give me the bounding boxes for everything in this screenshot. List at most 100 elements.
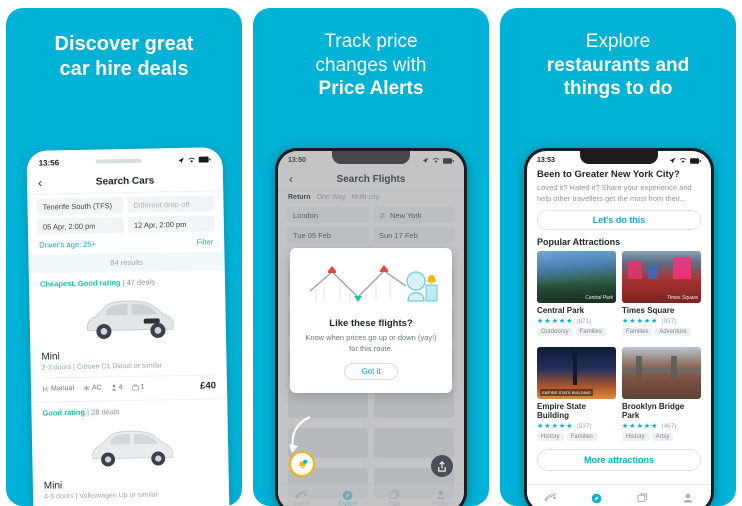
tab-trips[interactable]	[619, 492, 665, 504]
attraction-name: Empire State Building	[537, 402, 586, 420]
page-title: Search Flights	[336, 173, 406, 185]
car-spec-row: Manual AC 4 1 £40	[41, 374, 216, 395]
car-image-2	[43, 414, 218, 479]
attraction-card[interactable]: Central Park Central Park ★ ★ ★ ★ ★ (871) Ou…	[537, 251, 616, 336]
tag: History	[622, 433, 649, 441]
dropoff-location-input[interactable]: Different drop-off	[127, 195, 215, 213]
tab-profile[interactable]: Profile	[418, 490, 465, 506]
tag: Artsy	[651, 433, 674, 441]
signal-icon	[178, 157, 184, 163]
tab-search[interactable]	[527, 492, 573, 504]
attraction-thumbnail: Times Square	[622, 251, 701, 303]
car-title: Mini	[41, 351, 60, 363]
car-image	[40, 285, 215, 350]
tab-multi-city[interactable]: Multi-city	[351, 194, 379, 201]
got-it-button[interactable]: Got it	[344, 362, 398, 380]
more-attractions-button[interactable]: More attractions	[537, 449, 701, 471]
attraction-name: Central Park	[537, 306, 585, 315]
panel-price-alerts: Track price changes with Price Alerts 13…	[253, 8, 489, 506]
battery-icon	[690, 157, 701, 164]
nav-bar: ‹ Search Flights	[278, 168, 464, 191]
phone-mockup-car-hire: 13:56 ‹ Search Cars Tenerife South (TFS)…	[26, 147, 230, 506]
tab-trips[interactable]: Trips	[371, 489, 418, 506]
deal-count: | 47 deals	[122, 277, 155, 288]
headline-line-2: changes with	[315, 54, 427, 76]
attraction-card[interactable]: Brooklyn Bridge Park ★ ★ ★ ★ ★ (467) History…	[622, 347, 701, 441]
thumbnail-caption: Central Park	[585, 295, 613, 301]
location-field-row: Tenerife South (TFS) Different drop-off	[27, 191, 223, 215]
thumbnail-caption: EMPIRE STATE BUILDING	[540, 389, 593, 396]
attraction-card[interactable]: Times Square Times Square ★ ★ ★ ★ ★ (937) Fa…	[622, 251, 701, 336]
star-icon: ★	[537, 423, 544, 430]
page-title: Search Cars	[95, 174, 155, 188]
star-icon: ★	[544, 318, 551, 325]
rating-stars: ★ ★ ★ ★ ★ (467)	[622, 422, 701, 431]
pickup-location-input[interactable]: Tenerife South (TFS)	[36, 197, 124, 215]
tag: Adventure	[655, 328, 691, 336]
review-count: (871)	[576, 317, 592, 325]
half-star-icon: ★	[566, 423, 573, 430]
star-icon: ★	[544, 423, 551, 430]
deal-count-2: | 28 deals	[86, 407, 120, 417]
origin-input[interactable]: London	[287, 207, 369, 223]
filter-button[interactable]: Filter	[196, 237, 213, 246]
tab-search[interactable]: Search	[278, 489, 325, 506]
status-time: 13:56	[38, 157, 60, 168]
star-icon: ★	[622, 318, 629, 325]
wifi-icon	[679, 158, 687, 163]
review-count: (537)	[576, 422, 592, 430]
star-icon: ★	[629, 423, 636, 430]
app-store-screenshot-gallery: Discover great car hire deals 13:56 ‹ Se…	[0, 0, 742, 506]
date-field-row: 05 Apr, 2:00 pm 12 Apr, 2:00 pm	[28, 211, 224, 235]
star-icon: ★	[636, 423, 643, 430]
deal-card-1[interactable]: Cheapest, Good rating | 47 deals Mini 2-…	[29, 270, 227, 395]
tab-return[interactable]: Return	[288, 194, 311, 201]
headline-line-2: car hire deals	[59, 57, 189, 80]
price-alert-bell-button[interactable]	[289, 451, 315, 477]
snowflake-icon	[83, 385, 90, 392]
review-prompt-body: Loved it? Hated it? Share your experienc…	[537, 183, 692, 203]
drivers-age-link[interactable]: Driver's age: 25+	[39, 240, 96, 250]
headline-line-2: restaurants and	[546, 54, 690, 76]
deal-card-2[interactable]: Good rating | 28 deals Mini 4-5 doors | …	[31, 399, 229, 501]
rating-stars: ★ ★ ★ ★ ★ (871)	[537, 317, 616, 326]
tag: History	[537, 433, 564, 441]
star-icon: ★	[551, 423, 558, 430]
attraction-card[interactable]: EMPIRE STATE BUILDING Empire State Build…	[537, 347, 616, 441]
star-icon: ★	[622, 423, 629, 430]
attraction-tags: History Families	[537, 433, 616, 441]
depart-date-input[interactable]: Tue 05 Feb	[287, 227, 369, 243]
search-radar-icon	[527, 492, 573, 504]
tag: Families	[566, 433, 598, 441]
bottom-tab-bar: Search Explore Trips Profile	[278, 484, 464, 506]
tab-explore[interactable]	[573, 493, 619, 504]
return-date-input[interactable]: Sun 17 Feb	[373, 227, 455, 243]
phone-mockup-explore: 13:53 Been to Greater New York City? Lov…	[524, 148, 714, 506]
swap-icon	[379, 211, 386, 219]
panel-3-headline: Explore restaurants and things to do	[500, 30, 736, 101]
share-button[interactable]	[431, 455, 453, 477]
star-icon: ★	[643, 318, 651, 325]
suitcase-icon	[131, 384, 139, 391]
star-icon: ★	[551, 318, 558, 325]
trips-icon	[371, 489, 418, 501]
tab-profile[interactable]	[665, 493, 711, 504]
rating-stars: ★ ★ ★ ★ ★ (937)	[622, 317, 701, 326]
trips-icon	[619, 492, 665, 504]
spec-ac: AC	[83, 385, 102, 392]
tab-explore[interactable]: Explore	[325, 490, 372, 506]
curved-arrow-icon	[289, 415, 311, 453]
dropoff-date-input[interactable]: 12 Apr, 2:00 pm	[127, 215, 216, 233]
attraction-name: Times Square	[622, 306, 675, 315]
section-title-popular-attractions: Popular Attractions	[537, 237, 621, 247]
half-star-icon: ★	[651, 423, 658, 430]
lets-do-this-button[interactable]: Let's do this	[537, 210, 701, 230]
share-icon	[438, 460, 446, 472]
destination-input[interactable]: New York	[373, 207, 455, 223]
pickup-date-input[interactable]: 05 Apr, 2:00 pm	[36, 217, 125, 235]
star-icon: ★	[629, 318, 636, 325]
attractions-grid: Central Park Central Park ★ ★ ★ ★ ★ (871) Ou…	[527, 251, 711, 441]
attraction-tags: History Artsy	[622, 433, 701, 441]
tab-one-way[interactable]: One Way	[317, 194, 346, 201]
notch-pill	[59, 158, 178, 164]
